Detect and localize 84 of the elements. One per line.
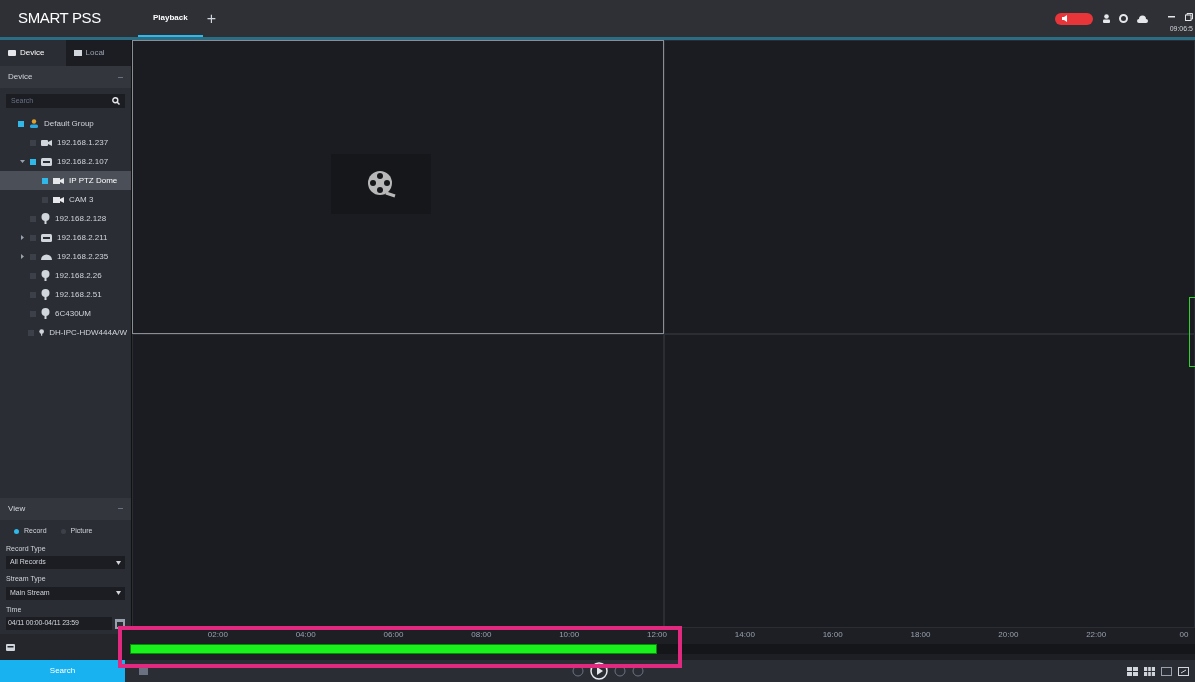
device-name: 192.168.1.237 bbox=[57, 136, 109, 149]
film-reel-icon bbox=[365, 169, 396, 199]
tree-item[interactable]: DH-IPC-HDW444A/W bbox=[0, 323, 131, 342]
user-icon[interactable] bbox=[1103, 14, 1110, 23]
search-icon[interactable] bbox=[112, 97, 120, 105]
section-header[interactable]: Device bbox=[0, 66, 131, 88]
app-logo: SMART PSS bbox=[18, 8, 102, 29]
tree-item[interactable]: CAM 3 bbox=[0, 190, 131, 209]
people-icon bbox=[29, 119, 39, 128]
speaker-icon bbox=[1062, 15, 1070, 22]
time-tick-label: 04:00 bbox=[295, 630, 316, 640]
step-icon[interactable] bbox=[613, 665, 626, 677]
sidebar-tab[interactable]: Local bbox=[65, 40, 131, 66]
bullet-camera-icon bbox=[41, 213, 50, 224]
tree-item[interactable]: 192.168.2.107 bbox=[0, 152, 131, 171]
minimize-icon[interactable] bbox=[1168, 15, 1175, 18]
device-name: 192.168.2.51 bbox=[55, 288, 102, 301]
device-name: DH-IPC-HDW444A/W bbox=[49, 326, 127, 339]
tree-item[interactable]: 192.168.2.26 bbox=[0, 266, 131, 285]
tree-item[interactable]: Default Group bbox=[0, 114, 131, 133]
camera-icon bbox=[41, 138, 52, 147]
recorder-icon bbox=[41, 233, 52, 242]
grid-layout-icon[interactable] bbox=[1127, 666, 1138, 676]
time-tick-label: 14:00 bbox=[734, 630, 755, 640]
device-name: 192.168.2.26 bbox=[55, 269, 102, 282]
device-name: 192.168.2.107 bbox=[57, 155, 109, 168]
play-icon[interactable] bbox=[589, 662, 608, 680]
time-tick-label: 18:00 bbox=[910, 630, 931, 640]
bullet-camera-icon bbox=[41, 270, 50, 281]
section-header[interactable]: View bbox=[0, 497, 131, 520]
checkbox[interactable] bbox=[18, 120, 24, 127]
bullet-camera-icon bbox=[41, 308, 50, 319]
time-tick-label: 08:00 bbox=[471, 630, 492, 640]
folder-icon bbox=[73, 50, 82, 56]
pane-edge-marker bbox=[1189, 297, 1195, 367]
checkbox[interactable] bbox=[30, 158, 36, 165]
calendar-icon[interactable] bbox=[115, 618, 125, 629]
tree-item[interactable]: 192.168.2.211 bbox=[0, 228, 131, 247]
grid-layout-icon[interactable] bbox=[1144, 666, 1155, 676]
bullet-camera-icon bbox=[38, 327, 45, 338]
expander-icon[interactable] bbox=[20, 254, 25, 259]
alarm-badge[interactable] bbox=[1055, 12, 1093, 25]
device-name: Default Group bbox=[44, 117, 94, 130]
time-tick-label: 22:00 bbox=[1086, 630, 1107, 640]
time-tick-label: 00 bbox=[1179, 630, 1189, 640]
tree-item[interactable]: IP PTZ Dome bbox=[0, 171, 131, 190]
speed-icon[interactable] bbox=[631, 665, 644, 677]
caret-icon bbox=[116, 591, 121, 595]
time-tick-label: 16:00 bbox=[822, 630, 843, 640]
tree-item[interactable]: 192.168.2.235 bbox=[0, 247, 131, 266]
bullet-camera-icon bbox=[41, 289, 50, 300]
fullscreen-icon[interactable] bbox=[1178, 666, 1189, 676]
window-icon[interactable] bbox=[1161, 666, 1172, 676]
checkbox[interactable] bbox=[42, 177, 48, 184]
tree-item[interactable]: 192.168.2.128 bbox=[0, 209, 131, 228]
device-name: IP PTZ Dome bbox=[69, 174, 118, 187]
cloud-icon[interactable] bbox=[1137, 14, 1148, 23]
tab[interactable]: Playback bbox=[138, 0, 203, 37]
expander-icon[interactable] bbox=[20, 235, 25, 240]
timeline[interactable]: 02:00 04:00 06:00 08:00 10:00 12:00 14:00 16:00 18:00 20:00 22:00 00 bbox=[122, 628, 1195, 660]
device-name: 6C430UM bbox=[55, 307, 91, 320]
dome-camera-icon bbox=[41, 253, 52, 260]
device-icon bbox=[8, 50, 16, 56]
restore-icon[interactable] bbox=[1185, 12, 1193, 21]
camera-icon bbox=[53, 196, 64, 203]
time-tick-label: 20:00 bbox=[998, 630, 1019, 640]
camera-icon bbox=[53, 177, 64, 184]
tree-item[interactable]: 192.168.1.237 bbox=[0, 133, 131, 152]
time-tick-label: 12:00 bbox=[647, 630, 667, 640]
device-name: CAM 3 bbox=[69, 193, 94, 206]
recorder-icon bbox=[41, 157, 52, 166]
tree-item[interactable]: 6C430UM bbox=[0, 304, 131, 323]
time-tick-label: 10:00 bbox=[559, 630, 580, 640]
caret-icon bbox=[116, 560, 121, 565]
stop-icon[interactable] bbox=[571, 665, 584, 677]
device-name: 192.168.2.128 bbox=[55, 212, 107, 225]
device-name: 192.168.2.235 bbox=[57, 250, 109, 263]
time-tick-label: 02:00 bbox=[207, 630, 228, 640]
time-tick-label: 06:00 bbox=[383, 630, 404, 640]
device-name: 192.168.2.211 bbox=[57, 231, 108, 244]
tree-item[interactable]: 192.168.2.51 bbox=[0, 285, 131, 304]
add-tab-button[interactable]: + bbox=[206, 6, 217, 31]
timeline-track[interactable] bbox=[130, 644, 1195, 654]
expander-icon[interactable] bbox=[20, 159, 25, 164]
